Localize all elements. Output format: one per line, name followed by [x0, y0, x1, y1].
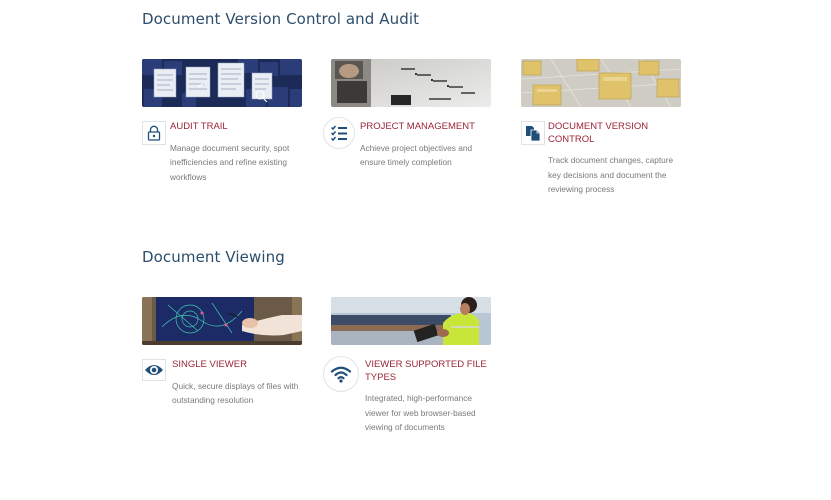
card-title[interactable]: AUDIT TRAIL [170, 121, 300, 134]
worker-tablet-image [331, 297, 491, 345]
documents-copy-icon [521, 121, 545, 145]
card-description: Integrated, high-performance viewer for … [365, 393, 476, 432]
card-project-management[interactable]: PROJECT MANAGEMENT Achieve project objec… [323, 59, 491, 170]
card-title[interactable]: DOCUMENT VERSION CONTROL [548, 121, 678, 146]
wifi-icon [323, 356, 359, 392]
folders-image [521, 59, 681, 107]
audit-documents-image [142, 59, 302, 107]
card-title[interactable]: VIEWER SUPPORTED FILE TYPES [365, 359, 495, 384]
eye-icon [142, 359, 166, 381]
tablet-viewer-image [142, 297, 302, 345]
stairs-laptop-image [331, 59, 491, 107]
checklist-icon [323, 117, 355, 149]
card-description: Quick, secure displays of files with out… [172, 380, 299, 406]
lock-icon [142, 121, 166, 145]
card-audit-trail[interactable]: AUDIT TRAIL Manage document security, sp… [142, 59, 302, 184]
card-description: Manage document security, spot inefficie… [170, 142, 290, 182]
card-single-viewer[interactable]: SINGLE VIEWER Quick, secure displays of … [142, 297, 302, 408]
card-description: Achieve project objectives and ensure ti… [360, 142, 473, 168]
card-title[interactable]: SINGLE VIEWER [172, 359, 302, 372]
section-title-version-control: Document Version Control and Audit [142, 10, 420, 28]
card-viewer-supported-file-types[interactable]: VIEWER SUPPORTED FILE TYPES Integrated, … [323, 297, 491, 435]
card-description: Track document changes, capture key deci… [548, 155, 674, 194]
card-title[interactable]: PROJECT MANAGEMENT [360, 121, 490, 134]
section-title-document-viewing: Document Viewing [142, 248, 285, 266]
card-document-version-control[interactable]: DOCUMENT VERSION CONTROL Track document … [521, 59, 681, 197]
